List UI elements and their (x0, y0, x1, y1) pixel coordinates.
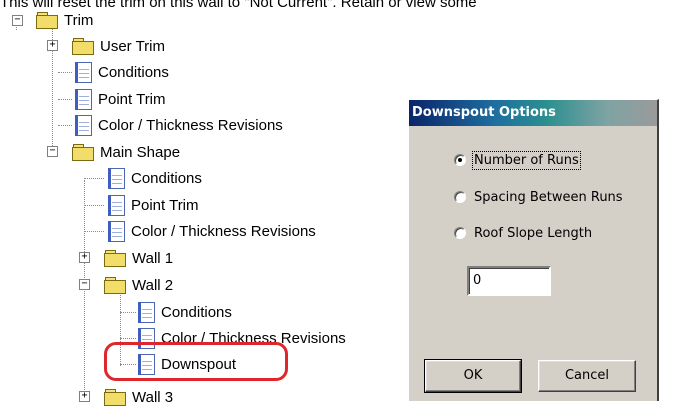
collapse-toggle[interactable]: − (47, 146, 58, 157)
expand-toggle[interactable]: + (79, 391, 90, 402)
tree-node-label: Conditions (161, 303, 232, 321)
tree-node-point-trim[interactable]: Point Trim (75, 87, 166, 111)
tree-node-conditions[interactable]: Conditions (75, 60, 169, 84)
document-icon (75, 61, 92, 83)
tree-node-downspout[interactable]: Downspout (138, 352, 236, 376)
tree-node-color-thickness-revisions[interactable]: Color / Thickness Revisions (75, 113, 283, 137)
tree-line (58, 72, 72, 73)
dialog-title: Downspout Options (409, 100, 657, 126)
radio-unchecked-icon[interactable] (454, 227, 466, 239)
tree-node-user-trim[interactable]: User Trim (72, 34, 165, 58)
value-input[interactable]: 0 (467, 266, 551, 296)
tree-line (120, 338, 136, 339)
spacing-between-runs-radio[interactable]: Spacing Between Runs (454, 188, 623, 206)
tree-node-color-thickness-revisions[interactable]: Color / Thickness Revisions (108, 219, 316, 243)
tree-node-label: Wall 1 (132, 249, 174, 267)
tree-node-trim[interactable]: Trim (36, 8, 93, 32)
tree-node-wall-1[interactable]: Wall 1 (104, 246, 173, 270)
radio-label: Roof Slope Length (474, 225, 593, 241)
tree-node-label: Wall 3 (132, 388, 174, 406)
tree-node-label: User Trim (100, 37, 165, 55)
tree-node-point-trim[interactable]: Point Trim (108, 193, 199, 217)
tree-node-main-shape[interactable]: Main Shape (72, 140, 180, 164)
document-icon (75, 114, 92, 136)
collapse-toggle[interactable]: − (79, 279, 90, 290)
tree-node-label: Trim (64, 11, 94, 29)
tree-line (58, 99, 72, 100)
tree-node-label: Conditions (98, 63, 169, 81)
tree-node-conditions[interactable]: Conditions (138, 300, 232, 324)
downspout-options-dialog: Downspout Options Number of Runs Spacing… (408, 99, 659, 401)
folder-icon (104, 250, 126, 267)
folder-icon (72, 144, 94, 161)
tree-line (84, 205, 104, 206)
tree-node-label: Conditions (131, 169, 202, 187)
tree-node-conditions[interactable]: Conditions (108, 166, 202, 190)
cancel-button[interactable]: Cancel (538, 360, 636, 392)
tree-line (84, 178, 104, 179)
tree-node-wall-3[interactable]: Wall 3 (104, 385, 173, 409)
tree-node-label: Wall 2 (132, 276, 174, 294)
folder-icon (36, 12, 58, 29)
document-icon (108, 220, 125, 242)
roof-slope-length-radio[interactable]: Roof Slope Length (454, 224, 592, 242)
folder-icon (104, 389, 126, 406)
tree-line (58, 125, 72, 126)
tree-node-wall-2[interactable]: Wall 2 (104, 273, 173, 297)
ok-button[interactable]: OK (424, 359, 522, 393)
tree-node-label: Downspout (161, 355, 237, 373)
tree-node-label: Color / Thickness Revisions (131, 222, 316, 240)
radio-checked-icon[interactable] (454, 154, 466, 166)
tree-line (120, 312, 136, 313)
number-of-runs-radio[interactable]: Number of Runs (454, 150, 581, 170)
folder-icon (104, 277, 126, 294)
document-icon (138, 301, 155, 323)
tree-node-label: Point Trim (131, 196, 199, 214)
radio-unchecked-icon[interactable] (454, 191, 466, 203)
radio-label: Spacing Between Runs (474, 189, 623, 205)
expand-toggle[interactable]: + (47, 40, 58, 51)
document-icon (108, 194, 125, 216)
tree-line (84, 231, 104, 232)
document-icon (108, 167, 125, 189)
collapse-toggle[interactable]: − (12, 15, 23, 26)
tree-node-label: Color / Thickness Revisions (98, 116, 283, 134)
tree-node-label: Point Trim (98, 90, 166, 108)
folder-icon (72, 38, 94, 55)
radio-label: Number of Runs (472, 150, 581, 170)
document-icon (138, 353, 155, 375)
tree-node-label: Main Shape (100, 143, 181, 161)
document-icon (75, 88, 92, 110)
expand-toggle[interactable]: + (79, 252, 90, 263)
